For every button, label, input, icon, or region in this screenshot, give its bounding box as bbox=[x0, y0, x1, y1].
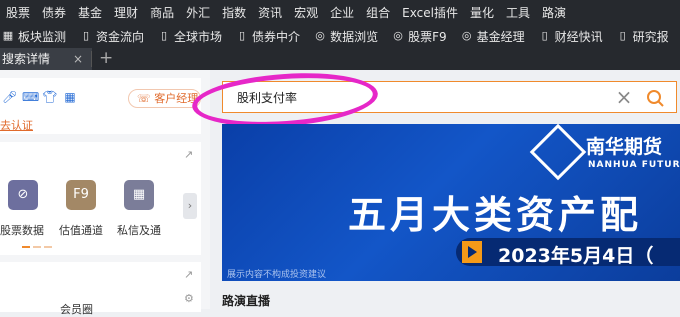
section-title-roadshow: 路演直播 bbox=[222, 294, 271, 308]
clear-icon[interactable]: × bbox=[614, 87, 634, 107]
app-shortcuts-card: ↗ ⊘ 股票数据 F9 估值通道 ▦ 私信及通 › bbox=[0, 142, 201, 255]
customer-manager-button[interactable]: ☏ 客户经理 bbox=[128, 89, 201, 108]
tab-divider bbox=[91, 51, 92, 67]
brand-logo-icon bbox=[529, 124, 587, 181]
apps-icon[interactable]: ▦ bbox=[124, 180, 154, 210]
member-card: ↗ ⚙ 会员圈 bbox=[0, 262, 201, 316]
next-arrow-button[interactable]: › bbox=[183, 193, 197, 219]
planet-icon[interactable]: ⊘ bbox=[8, 180, 38, 210]
menu-item-macro[interactable]: 宏观 bbox=[294, 4, 318, 21]
microphone-icon[interactable]: 🎤︎ bbox=[2, 90, 17, 104]
clipboard-icon: ▯ bbox=[541, 29, 548, 42]
toolbar-item-flash-news[interactable]: ▯ 财经快讯 bbox=[539, 28, 603, 45]
toolbar-item-stock-f9[interactable]: ◎ 股票F9 bbox=[392, 28, 446, 45]
clipboard-icon: ▯ bbox=[161, 29, 168, 42]
menu-item-news[interactable]: 资讯 bbox=[258, 4, 282, 21]
member-circle-label[interactable]: 会员圈 bbox=[60, 301, 93, 317]
banner-disclaimer: 展示内容不构成投资建议 bbox=[227, 270, 327, 280]
edit-icon[interactable]: ↗ bbox=[184, 148, 193, 161]
app-label-valuation[interactable]: 估值通道 bbox=[59, 222, 103, 238]
app-label-stock-data[interactable]: 股票数据 bbox=[0, 222, 44, 238]
menu-item-funds[interactable]: 基金 bbox=[78, 4, 102, 21]
toolbar-item-research[interactable]: ▯ 研究报 bbox=[617, 28, 669, 45]
toolbar-item-fund-manager[interactable]: ◎ 基金经理 bbox=[461, 28, 525, 45]
left-panel: 🎤︎ ⌨ 👕︎ ▦ ☏ 客户经理 去认证 ↗ ⊘ 股票数据 F9 估值通道 ▦ … bbox=[0, 70, 210, 316]
f9-icon[interactable]: F9 bbox=[66, 180, 96, 210]
quick-toolbar: ▦ 板块监测 ▯ 资金流向 ▯ 全球市场 ▯ 债券中介 ◎ 数据浏览 ◎ 股票F9 ◎ 基金经… bbox=[0, 24, 680, 48]
search-icon[interactable] bbox=[645, 88, 665, 108]
menu-item-index[interactable]: 指数 bbox=[222, 4, 246, 21]
menu-item-quant[interactable]: 量化 bbox=[470, 4, 494, 21]
banner-date: 2023年5月4日（ bbox=[498, 245, 654, 267]
settings-icon[interactable]: ⚙ bbox=[184, 292, 194, 305]
toolbar-item-bond-broker[interactable]: ▯ 债券中介 bbox=[236, 28, 300, 45]
globe-icon: ◎ bbox=[393, 29, 403, 42]
menu-item-forex[interactable]: 外汇 bbox=[186, 4, 210, 21]
top-menu-bar: 股票 债券 基金 理财 商品 外汇 指数 资讯 宏观 企业 组合 Excel插件… bbox=[0, 0, 680, 24]
edit-icon[interactable]: ↗ bbox=[184, 268, 193, 281]
menu-item-roadshow[interactable]: 路演 bbox=[542, 4, 566, 21]
clipboard-icon: ▯ bbox=[239, 29, 246, 42]
verify-link[interactable]: 去认证 bbox=[0, 117, 33, 133]
carousel-dots bbox=[22, 246, 55, 248]
toolbar-item-data-browse[interactable]: ◎ 数据浏览 bbox=[314, 28, 378, 45]
menu-item-portfolio[interactable]: 组合 bbox=[366, 4, 390, 21]
menu-item-wealth[interactable]: 理财 bbox=[114, 4, 138, 21]
shirt-icon[interactable]: 👕︎ bbox=[42, 90, 57, 104]
user-card: 🎤︎ ⌨ 👕︎ ▦ ☏ 客户经理 去认证 bbox=[0, 78, 201, 134]
keyboard-icon[interactable]: ⌨ bbox=[22, 90, 39, 104]
clipboard-icon: ▯ bbox=[619, 29, 626, 42]
tab-bar: 搜索详情 × + bbox=[0, 48, 680, 70]
menu-item-company[interactable]: 企业 bbox=[330, 4, 354, 21]
apps-icon[interactable]: ▦ bbox=[63, 90, 77, 104]
promo-banner[interactable]: 南华期货 NANHUA FUTURES 五月大类资产配 2023年5月4日（ 展… bbox=[222, 124, 680, 281]
menu-item-tools[interactable]: 工具 bbox=[506, 4, 530, 21]
tab-search-detail[interactable]: 搜索详情 × bbox=[0, 48, 92, 70]
menu-item-excel-plugin[interactable]: Excel插件 bbox=[402, 4, 458, 21]
grid-icon: ▦ bbox=[2, 29, 14, 42]
menu-item-bonds[interactable]: 债券 bbox=[42, 4, 66, 21]
app-label-private-message[interactable]: 私信及通 bbox=[117, 222, 161, 238]
clipboard-icon: ▯ bbox=[82, 29, 90, 42]
phone-icon: ☏ bbox=[137, 92, 155, 105]
menu-item-commodities[interactable]: 商品 bbox=[150, 4, 174, 21]
brand-name: 南华期货 bbox=[586, 136, 663, 158]
play-icon bbox=[462, 241, 482, 263]
search-box: × bbox=[222, 81, 677, 113]
search-input[interactable] bbox=[223, 82, 603, 112]
toolbar-item-capital-flow[interactable]: ▯ 资金流向 bbox=[80, 28, 144, 45]
close-icon[interactable]: × bbox=[73, 48, 83, 70]
banner-headline: 五月大类资产配 bbox=[348, 193, 643, 237]
globe-icon: ◎ bbox=[315, 29, 325, 42]
toolbar-item-sector-monitor[interactable]: ▦ 板块监测 bbox=[2, 28, 66, 45]
toolbar-item-global-market[interactable]: ▯ 全球市场 bbox=[158, 28, 222, 45]
globe-icon: ◎ bbox=[461, 29, 472, 42]
add-tab-button[interactable]: + bbox=[99, 48, 113, 68]
menu-item-stocks[interactable]: 股票 bbox=[6, 4, 30, 21]
brand-name-en: NANHUA FUTURES bbox=[588, 160, 680, 170]
